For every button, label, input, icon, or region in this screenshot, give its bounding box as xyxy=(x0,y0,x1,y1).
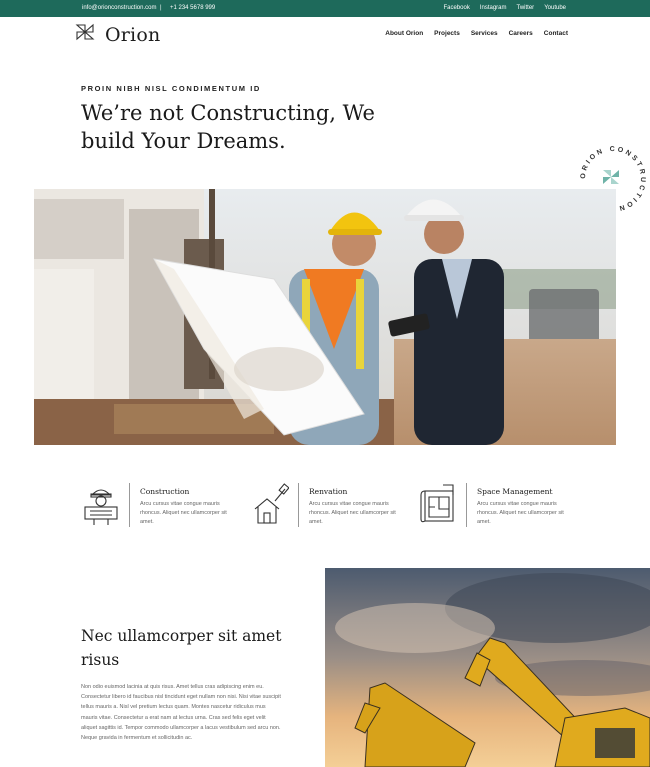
services-row: Construction Arcu cursus vitae congue ma… xyxy=(0,480,650,540)
house-brush-icon xyxy=(254,483,289,524)
social-links: Facebook Instagram Twitter Youtube xyxy=(443,5,566,11)
about-title-line1: Nec ullamcorper sit amet xyxy=(81,627,282,645)
logo-text[interactable]: Orion xyxy=(105,24,160,46)
service-description: Arcu cursus vitae congue mauris rhoncus.… xyxy=(477,501,564,525)
service-card-space-management[interactable]: Space Management Arcu cursus vitae congu… xyxy=(419,480,589,530)
service-divider xyxy=(298,483,299,527)
service-card-renovation[interactable]: Renvation Arcu cursus vitae congue mauri… xyxy=(251,480,421,530)
service-divider xyxy=(129,483,130,527)
nav-item-projects[interactable]: Projects xyxy=(434,30,460,37)
service-divider xyxy=(466,483,467,527)
about-title: Nec ullamcorper sit amet risus xyxy=(81,624,311,672)
social-link-instagram[interactable]: Instagram xyxy=(480,5,507,11)
service-title: Space Management xyxy=(477,487,553,496)
excavator-image xyxy=(325,568,650,767)
hero-title-line1: We’re not Constructing, We xyxy=(81,101,375,125)
nav-item-careers[interactable]: Careers xyxy=(509,30,533,37)
service-title: Construction xyxy=(140,487,190,496)
service-title: Renvation xyxy=(309,487,348,496)
top-bar: info@orionconstruction.com | +1 234 5678… xyxy=(0,0,650,17)
hero-eyebrow: PROIN NIBH NISL CONDIMENTUM ID xyxy=(81,84,261,93)
construction-worker-icon xyxy=(84,489,118,525)
site-header: Orion About Orion Projects Services Care… xyxy=(0,17,650,55)
email-link[interactable]: info@orionconstruction.com xyxy=(82,5,156,11)
service-description: Arcu cursus vitae congue mauris rhoncus.… xyxy=(309,501,396,525)
hero-title-line2: build Your Dreams. xyxy=(81,129,286,153)
social-link-youtube[interactable]: Youtube xyxy=(544,5,566,11)
nav-item-contact[interactable]: Contact xyxy=(544,30,568,37)
phone-link[interactable]: +1 234 5678 999 xyxy=(170,5,215,11)
social-link-twitter[interactable]: Twitter xyxy=(517,5,535,11)
service-description: Arcu cursus vitae congue mauris rhoncus.… xyxy=(140,501,227,525)
main-nav: About Orion Projects Services Careers Co… xyxy=(385,30,568,37)
separator: | xyxy=(160,5,162,11)
service-card-construction[interactable]: Construction Arcu cursus vitae congue ma… xyxy=(82,480,252,530)
social-link-facebook[interactable]: Facebook xyxy=(443,5,469,11)
nav-item-services[interactable]: Services xyxy=(471,30,498,37)
hero-title: We’re not Constructing, We build Your Dr… xyxy=(81,99,401,155)
badge-logo-icon xyxy=(603,170,619,184)
logo-icon[interactable] xyxy=(75,23,95,41)
hero-image xyxy=(34,189,616,445)
blueprint-plan-icon xyxy=(420,484,454,523)
nav-item-about[interactable]: About Orion xyxy=(385,30,423,37)
about-text: Non odio euismod lacinia at quis risus. … xyxy=(81,684,281,742)
about-title-line2: risus xyxy=(81,651,120,669)
